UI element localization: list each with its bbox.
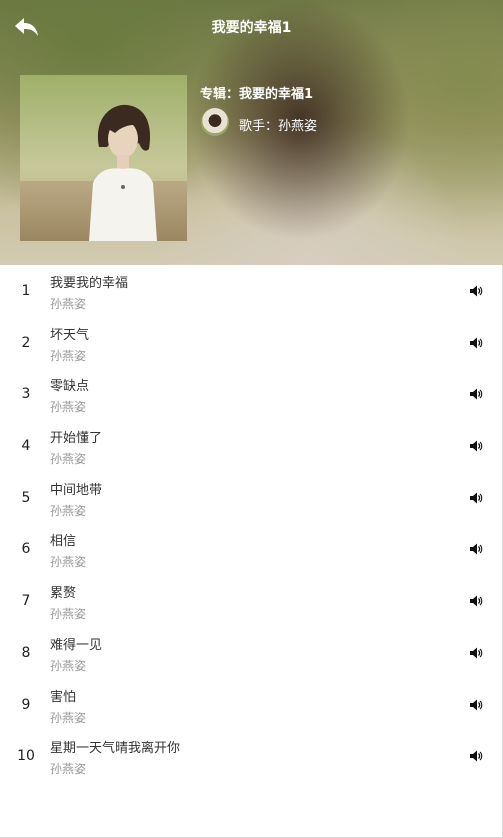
song-index: 1 — [21, 283, 31, 299]
song-index: 3 — [21, 386, 31, 403]
song-list: 1 我要我的幸福 孙燕姿 2 坏天气 孙燕姿 3 零缺点 孙燕姿 4 开始懂了 … — [0, 265, 502, 782]
speaker-icon[interactable] — [469, 284, 483, 298]
speaker-icon[interactable] — [469, 698, 483, 712]
cover-artist-image — [89, 104, 157, 241]
song-index: 7 — [21, 593, 31, 610]
song-artist: 孙燕姿 — [50, 503, 87, 518]
song-index: 10 — [17, 748, 35, 765]
singer-name[interactable]: 歌手：孙燕姿 — [239, 115, 317, 134]
song-row[interactable]: 2 坏天气 孙燕姿 — [0, 317, 502, 369]
song-artist: 孙燕姿 — [50, 607, 87, 622]
song-title: 零缺点 — [50, 379, 90, 395]
song-row[interactable]: 10 星期一天气晴我离开你 孙燕姿 — [0, 730, 502, 782]
song-row[interactable]: 1 我要我的幸福 孙燕姿 — [0, 265, 502, 317]
song-index: 5 — [21, 489, 31, 506]
speaker-icon[interactable] — [469, 439, 483, 453]
song-artist: 孙燕姿 — [50, 297, 87, 311]
song-artist: 孙燕姿 — [50, 348, 87, 363]
album-page: 我要的幸福1 专辑：我要的幸福1 歌手：孙燕姿 1 我要我的幸福 孙燕姿 2 坏… — [0, 0, 503, 838]
song-row[interactable]: 5 中间地带 孙燕姿 — [0, 472, 502, 524]
song-row[interactable]: 6 相信 孙燕姿 — [0, 523, 502, 575]
song-row[interactable]: 4 开始懂了 孙燕姿 — [0, 420, 502, 472]
song-title: 中间地带 — [50, 482, 103, 498]
speaker-icon[interactable] — [469, 594, 483, 608]
page-title: 我要的幸福1 — [211, 20, 292, 36]
song-index: 9 — [21, 696, 31, 713]
song-row[interactable]: 3 零缺点 孙燕姿 — [0, 368, 502, 420]
artist-avatar[interactable] — [201, 108, 229, 136]
song-row[interactable]: 7 累赘 孙燕姿 — [0, 575, 502, 627]
album-name: 专辑：我要的幸福1 — [200, 87, 314, 102]
song-artist: 孙燕姿 — [50, 452, 87, 467]
speaker-icon[interactable] — [469, 387, 483, 401]
album-header: 我要的幸福1 专辑：我要的幸福1 歌手：孙燕姿 — [0, 0, 503, 265]
speaker-icon[interactable] — [469, 491, 483, 505]
song-artist: 孙燕姿 — [50, 400, 87, 415]
song-artist: 孙燕姿 — [50, 762, 87, 777]
song-artist: 孙燕姿 — [50, 710, 87, 725]
song-artist: 孙燕姿 — [50, 658, 87, 673]
song-row[interactable]: 9 害怕 孙燕姿 — [0, 679, 502, 731]
song-title: 相信 — [50, 534, 77, 550]
album-cover — [20, 75, 187, 241]
song-title: 害怕 — [50, 689, 77, 705]
song-index: 4 — [21, 438, 31, 455]
song-row[interactable]: 8 难得一见 孙燕姿 — [0, 627, 502, 679]
song-index: 2 — [21, 334, 31, 351]
song-title: 星期一天气晴我离开你 — [50, 741, 181, 757]
song-title: 我要我的幸福 — [50, 276, 129, 291]
song-index: 6 — [21, 541, 31, 558]
song-index: 8 — [21, 644, 31, 661]
song-title: 难得一见 — [50, 637, 103, 653]
speaker-icon[interactable] — [469, 542, 483, 556]
song-title: 累赘 — [50, 586, 77, 602]
speaker-icon[interactable] — [469, 336, 483, 350]
speaker-icon[interactable] — [469, 749, 483, 763]
song-title: 坏天气 — [50, 327, 90, 343]
song-artist: 孙燕姿 — [50, 555, 87, 570]
song-title: 开始懂了 — [50, 431, 103, 447]
speaker-icon[interactable] — [469, 646, 483, 660]
